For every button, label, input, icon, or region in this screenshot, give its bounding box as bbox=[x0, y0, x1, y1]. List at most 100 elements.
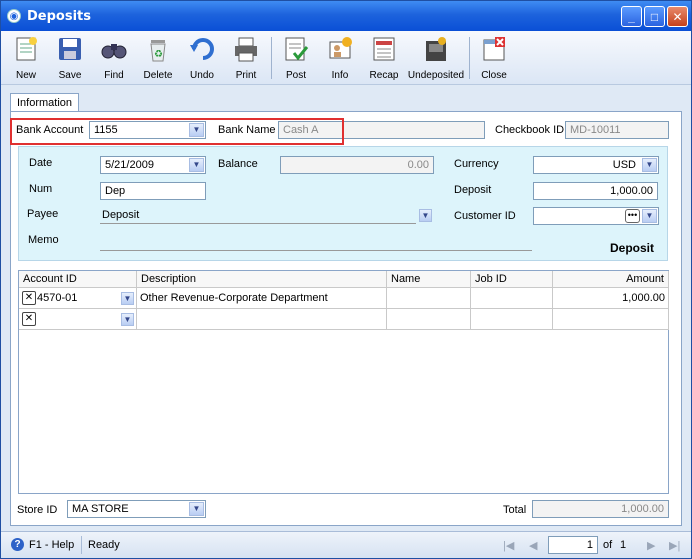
window-close-button[interactable]: ✕ bbox=[667, 6, 688, 27]
checkbook-id-field: MD-10011 bbox=[565, 121, 669, 139]
memo-label: Memo bbox=[28, 234, 59, 246]
delete-button[interactable]: ♻ Delete bbox=[136, 34, 180, 84]
toolbar-separator bbox=[271, 37, 272, 79]
help-label[interactable]: F1 - Help bbox=[29, 539, 74, 551]
help-icon[interactable]: ? bbox=[11, 538, 24, 551]
job-id-cell[interactable] bbox=[471, 288, 553, 309]
print-label: Print bbox=[235, 70, 257, 81]
undo-label: Undo bbox=[190, 70, 214, 81]
deposits-window: ◉ Deposits _ □ ✕ New Save Find ♻ Delete … bbox=[0, 0, 692, 559]
new-button[interactable]: New bbox=[4, 34, 48, 84]
amount-cell[interactable]: 1,000.00 bbox=[553, 288, 669, 309]
num-field[interactable]: Dep bbox=[100, 182, 206, 200]
post-button[interactable]: Post bbox=[274, 34, 318, 84]
maximize-button[interactable]: □ bbox=[644, 6, 665, 27]
undeposited-button[interactable]: Undeposited bbox=[407, 34, 465, 84]
status-text: Ready bbox=[88, 539, 120, 551]
window-title: Deposits bbox=[27, 9, 91, 24]
amount-cell[interactable] bbox=[553, 309, 669, 330]
save-button[interactable]: Save bbox=[48, 34, 92, 84]
payee-label: Payee bbox=[27, 208, 59, 220]
save-label: Save bbox=[58, 70, 82, 81]
chevron-down-icon[interactable]: ▼ bbox=[642, 158, 657, 172]
chevron-down-icon[interactable]: ▼ bbox=[121, 313, 134, 326]
store-id-value: MA STORE bbox=[72, 503, 129, 515]
column-header-description[interactable]: Description bbox=[137, 271, 387, 288]
currency-combo[interactable]: USD ▼ bbox=[533, 156, 659, 174]
delete-icon: ♻ bbox=[143, 34, 173, 64]
customer-id-label: Customer ID bbox=[454, 210, 516, 222]
transaction-type-caption: Deposit bbox=[610, 241, 655, 255]
delete-row-icon[interactable]: ✕ bbox=[22, 291, 36, 305]
undeposited-label: Undeposited bbox=[407, 70, 465, 81]
post-icon bbox=[281, 34, 311, 64]
tab-information[interactable]: Information bbox=[10, 93, 80, 112]
close-label: Close bbox=[481, 70, 507, 81]
store-id-combo[interactable]: MA STORE ▼ bbox=[67, 500, 206, 518]
chevron-down-icon[interactable]: ▼ bbox=[189, 158, 204, 172]
of-label: of bbox=[603, 539, 613, 551]
info-label: Info bbox=[331, 70, 349, 81]
page-number-input[interactable]: 1 bbox=[548, 536, 598, 554]
info-icon bbox=[325, 34, 355, 64]
account-id-cell[interactable]: 4570-01 bbox=[19, 288, 137, 309]
chevron-down-icon[interactable]: ▼ bbox=[642, 209, 657, 223]
new-label: New bbox=[15, 70, 36, 81]
close-button[interactable]: Close bbox=[472, 34, 516, 84]
description-cell[interactable]: Other Revenue-Corporate Department bbox=[137, 288, 387, 309]
new-icon bbox=[11, 34, 41, 64]
highlight-box bbox=[10, 118, 344, 145]
chevron-down-icon[interactable]: ▼ bbox=[189, 502, 204, 516]
svg-text:♻: ♻ bbox=[154, 49, 163, 60]
info-button[interactable]: Info bbox=[318, 34, 362, 84]
name-cell[interactable] bbox=[387, 288, 471, 309]
column-header-amount[interactable]: Amount bbox=[553, 271, 669, 288]
next-page-icon[interactable]: ▶ bbox=[647, 539, 655, 552]
first-page-icon[interactable]: |◀ bbox=[503, 539, 514, 552]
name-cell[interactable] bbox=[387, 309, 471, 330]
toolbar: New Save Find ♻ Delete Undo Print Post I… bbox=[1, 31, 691, 85]
delete-row-icon[interactable]: ✕ bbox=[22, 312, 36, 326]
currency-value: USD bbox=[612, 159, 636, 171]
customer-id-combo[interactable]: ••• ▼ bbox=[533, 207, 659, 225]
title-bar: ◉ Deposits _ □ ✕ bbox=[1, 1, 691, 31]
print-icon bbox=[231, 34, 261, 64]
minimize-button[interactable]: _ bbox=[621, 6, 642, 27]
find-button[interactable]: Find bbox=[92, 34, 136, 84]
memo-field[interactable] bbox=[100, 234, 532, 251]
job-id-cell[interactable] bbox=[471, 309, 553, 330]
description-cell[interactable] bbox=[137, 309, 387, 330]
print-button[interactable]: Print bbox=[224, 34, 268, 84]
balance-field: 0.00 bbox=[280, 156, 434, 174]
recap-button[interactable]: Recap bbox=[362, 34, 406, 84]
status-separator bbox=[81, 536, 82, 554]
recap-icon bbox=[369, 34, 399, 64]
status-bar: ? F1 - Help Ready |◀ ◀ 1 of 1 ▶ ▶| bbox=[1, 531, 691, 558]
window-close-icon: ✕ bbox=[672, 9, 683, 24]
ellipsis-icon[interactable]: ••• bbox=[625, 209, 640, 223]
undo-button[interactable]: Undo bbox=[180, 34, 224, 84]
undeposited-icon bbox=[421, 34, 451, 64]
delete-label: Delete bbox=[143, 70, 173, 81]
undo-icon bbox=[187, 34, 217, 64]
minimize-icon: _ bbox=[628, 9, 635, 24]
previous-page-icon[interactable]: ◀ bbox=[529, 539, 537, 552]
chevron-down-icon[interactable]: ▼ bbox=[419, 209, 432, 222]
close-icon bbox=[479, 34, 509, 64]
find-label: Find bbox=[104, 70, 124, 81]
toolbar-separator bbox=[469, 37, 470, 79]
currency-label: Currency bbox=[454, 158, 499, 170]
payee-field[interactable]: Deposit bbox=[100, 207, 416, 224]
last-page-icon[interactable]: ▶| bbox=[669, 539, 680, 552]
account-id-cell[interactable] bbox=[19, 309, 137, 330]
post-label: Post bbox=[285, 70, 306, 81]
deposit-amount-field[interactable]: 1,000.00 bbox=[533, 182, 658, 200]
total-pages: 1 bbox=[620, 539, 627, 551]
date-combo[interactable]: 5/21/2009 ▼ bbox=[100, 156, 206, 174]
column-header-job-id[interactable]: Job ID bbox=[471, 271, 553, 288]
column-header-account-id[interactable]: Account ID bbox=[19, 271, 137, 288]
balance-label: Balance bbox=[218, 158, 258, 170]
chevron-down-icon[interactable]: ▼ bbox=[121, 292, 134, 305]
column-header-name[interactable]: Name bbox=[387, 271, 471, 288]
date-value: 5/21/2009 bbox=[105, 159, 154, 171]
